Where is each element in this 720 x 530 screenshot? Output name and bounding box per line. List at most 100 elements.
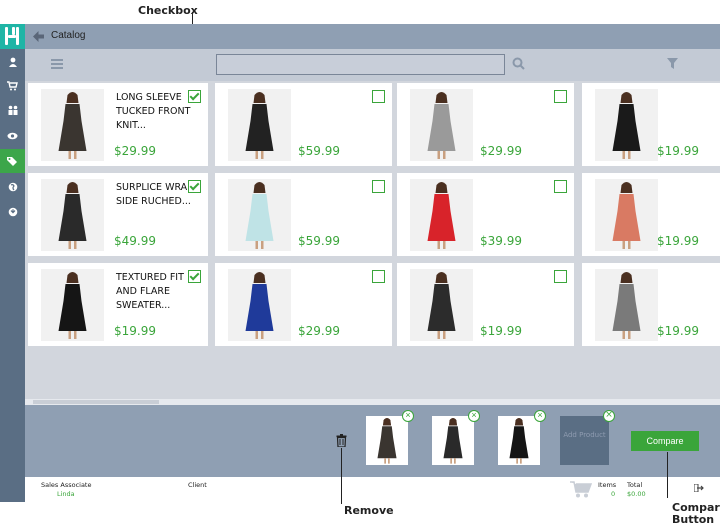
product-image[interactable] [228, 269, 291, 341]
filter-icon[interactable] [667, 58, 678, 69]
product-card[interactable]: $29.99 [397, 83, 574, 166]
user-icon [8, 57, 17, 67]
sidebar-item-cart[interactable] [0, 74, 25, 98]
product-card[interactable]: $29.99 [215, 263, 392, 346]
dress-image [245, 182, 274, 249]
product-price: $19.99 [480, 324, 522, 338]
compare-checkbox[interactable] [554, 180, 567, 193]
dress-image [443, 418, 463, 464]
app-window: Catalog LONG SLEEVE TUCKED FRONT KNIT...… [0, 24, 720, 502]
app-logo [0, 24, 25, 49]
page-title: Catalog [51, 30, 86, 41]
logout-icon[interactable] [694, 484, 704, 492]
compare-checkbox[interactable] [188, 90, 201, 103]
product-card[interactable]: TEXTURED FIT AND FLARE SWEATER... $19.99 [28, 263, 208, 346]
product-grid: LONG SLEEVE TUCKED FRONT KNIT... $29.99 $5… [25, 81, 720, 399]
remove-icon[interactable]: × [468, 410, 480, 422]
product-price: $29.99 [298, 324, 340, 338]
compare-thumbnail[interactable]: × [432, 410, 480, 465]
remove-icon[interactable]: × [534, 410, 546, 422]
product-card[interactable]: $19.99 [582, 173, 720, 256]
dress-image [58, 92, 87, 159]
power-icon [8, 207, 17, 217]
search-icon[interactable] [512, 57, 525, 70]
product-card[interactable]: $19.99 [582, 263, 720, 346]
product-price: $19.99 [657, 234, 699, 248]
product-card[interactable]: $19.99 [582, 83, 720, 166]
compare-thumbnail[interactable]: × [366, 410, 414, 465]
product-card[interactable]: LONG SLEEVE TUCKED FRONT KNIT... $29.99 [28, 83, 208, 166]
remove-callout-line [341, 448, 342, 504]
product-image[interactable] [410, 179, 473, 251]
product-image[interactable] [595, 179, 658, 251]
dress-image [612, 272, 641, 339]
sidebar-item-profile[interactable] [0, 50, 25, 74]
add-product-slot[interactable]: Add Product × [560, 410, 615, 465]
compare-callout-line2: Button [672, 513, 715, 526]
dress-image [612, 182, 641, 249]
screenshot: Checkbox Catalog LONG SLEEVE TUCKED FRON… [0, 0, 720, 530]
product-card[interactable]: $59.99 [215, 173, 392, 256]
compare-checkbox[interactable] [372, 270, 385, 283]
product-image[interactable] [41, 89, 104, 161]
product-card[interactable]: SURPLICE WRAP SIDE RUCHED... $49.99 [28, 173, 208, 256]
items-label: Items [598, 481, 617, 489]
product-price: $19.99 [657, 144, 699, 158]
items-count: 0 [611, 490, 616, 498]
total-value: $0.00 [627, 490, 646, 498]
product-price: $59.99 [298, 234, 340, 248]
search-input[interactable] [216, 54, 505, 75]
compare-checkbox[interactable] [372, 90, 385, 103]
trash-icon[interactable] [336, 434, 347, 447]
dress-image [245, 272, 274, 339]
product-image[interactable] [595, 89, 658, 161]
status-bar: Sales Associate Linda Client Items 0 Tot… [25, 477, 720, 502]
checkbox-callout: Checkbox [138, 4, 198, 17]
close-icon[interactable]: × [603, 410, 615, 422]
compare-checkbox[interactable] [372, 180, 385, 193]
eye-icon [7, 132, 18, 140]
compare-thumbnail[interactable]: × [498, 410, 546, 465]
dress-image [427, 272, 456, 339]
product-card[interactable]: $39.99 [397, 173, 574, 256]
product-price: $19.99 [657, 324, 699, 338]
sidebar-item-views[interactable] [0, 124, 25, 148]
globe-icon [8, 182, 17, 192]
sidebar-item-global[interactable] [0, 175, 25, 199]
product-image[interactable] [41, 179, 104, 251]
people-icon [8, 105, 17, 115]
sidebar-item-catalog[interactable] [0, 149, 25, 173]
dress-image [58, 272, 87, 339]
product-card[interactable]: $19.99 [397, 263, 574, 346]
product-price: $59.99 [298, 144, 340, 158]
product-image[interactable] [410, 89, 473, 161]
product-image[interactable] [228, 89, 291, 161]
cart-icon [570, 481, 592, 498]
sales-associate-name: Linda [57, 490, 75, 498]
back-arrow-icon[interactable] [32, 30, 45, 43]
dress-image [377, 418, 397, 464]
title-bar: Catalog [25, 24, 720, 49]
scrollbar-thumb[interactable] [33, 400, 159, 404]
product-name: SURPLICE WRAP SIDE RUCHED... [116, 182, 193, 207]
compare-button[interactable]: Compare [631, 431, 699, 451]
product-image[interactable] [595, 269, 658, 341]
remove-icon[interactable]: × [402, 410, 414, 422]
product-price: $49.99 [114, 234, 156, 248]
dress-image [58, 182, 87, 249]
compare-checkbox[interactable] [554, 270, 567, 283]
client-label[interactable]: Client [188, 481, 207, 489]
product-card[interactable]: $59.99 [215, 83, 392, 166]
product-price: $19.99 [114, 324, 156, 338]
compare-checkbox[interactable] [554, 90, 567, 103]
sales-associate-label: Sales Associate [41, 481, 92, 489]
compare-checkbox[interactable] [188, 180, 201, 193]
sidebar-item-customers[interactable] [0, 98, 25, 122]
product-image[interactable] [228, 179, 291, 251]
compare-checkbox[interactable] [188, 270, 201, 283]
compare-tray: × × × Add Product × Compare [25, 405, 720, 477]
product-image[interactable] [410, 269, 473, 341]
menu-icon[interactable] [51, 59, 63, 69]
sidebar-item-power[interactable] [0, 200, 25, 224]
product-image[interactable] [41, 269, 104, 341]
